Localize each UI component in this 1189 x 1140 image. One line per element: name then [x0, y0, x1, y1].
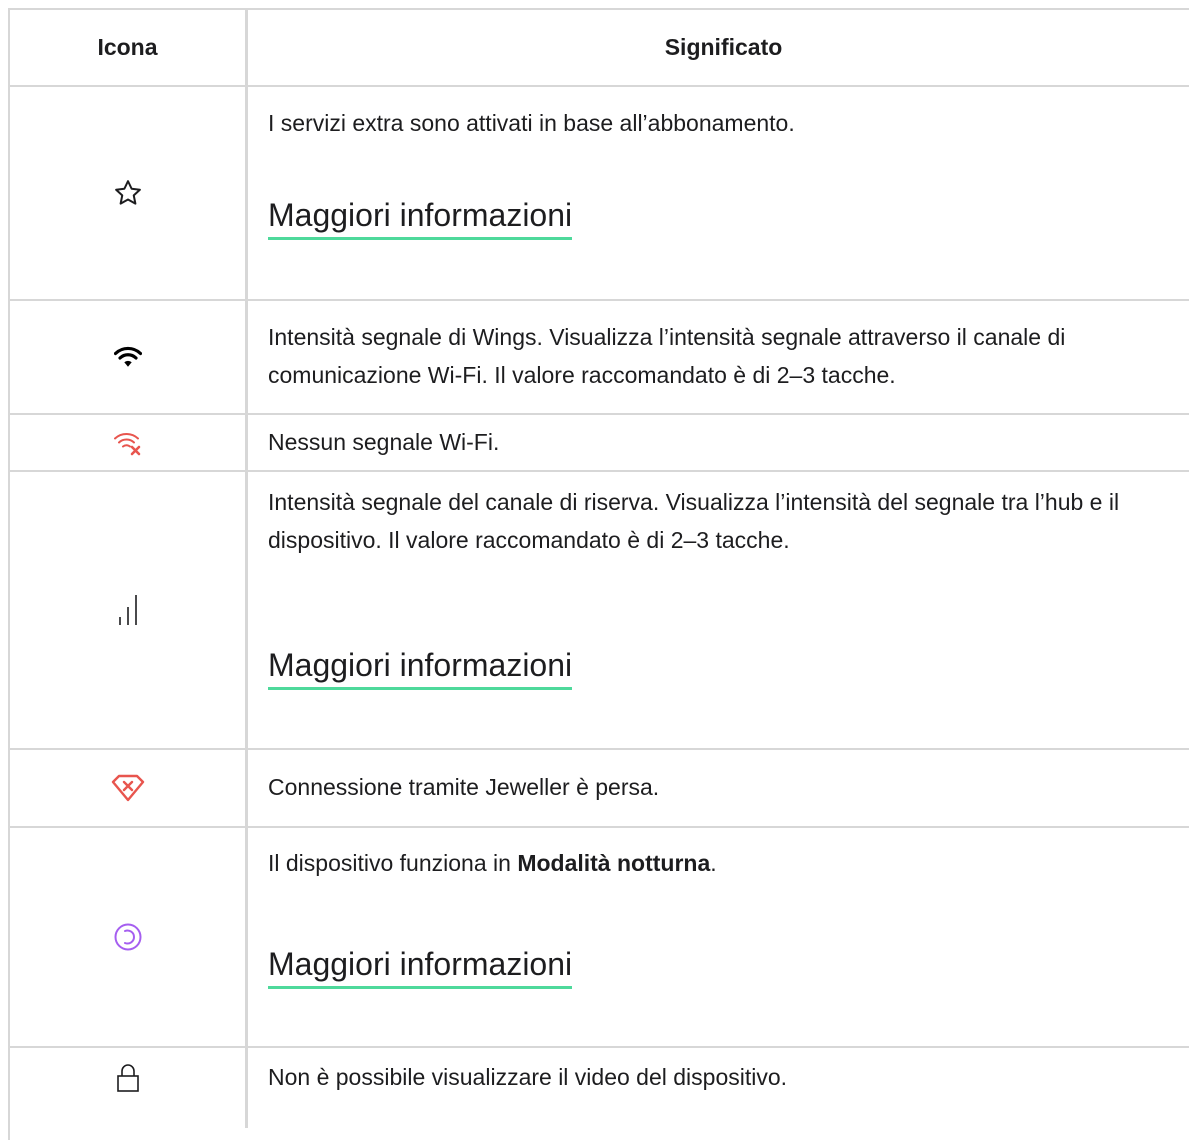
star-icon — [113, 178, 143, 208]
row-description-end: . — [710, 850, 717, 876]
table-header: Icona Significato — [10, 10, 1189, 87]
header-meaning-column: Significato — [664, 34, 783, 60]
wifi-icon — [113, 345, 142, 369]
row-description: Intensità segnale del canale di riserva.… — [268, 489, 1120, 553]
more-info-link[interactable]: Maggiori informazioni — [268, 944, 573, 989]
header-icon-column: Icona — [97, 34, 158, 60]
row-description: Intensità segnale di Wings. Visualizza l… — [268, 324, 1066, 388]
lock-icon — [116, 1062, 140, 1094]
table-row: Intensità segnale del canale di riserva.… — [10, 472, 1189, 750]
table-row: Nessun segnale Wi-Fi. — [10, 415, 1189, 472]
table-row: I servizi extra sono attivati in base al… — [10, 87, 1189, 301]
row-description-text: Il dispositivo funziona in — [268, 850, 518, 876]
table-row: Connessione tramite Jeweller è persa. — [10, 750, 1189, 828]
table-row: Il dispositivo funziona in Modalità nott… — [10, 828, 1189, 1048]
table-row: Intensità segnale di Wings. Visualizza l… — [10, 301, 1189, 415]
night-mode-icon — [113, 922, 143, 952]
row-description: Non è possibile visualizzare il video de… — [268, 1064, 788, 1090]
wifi-off-icon — [113, 430, 143, 456]
signal-bars-icon — [114, 593, 142, 627]
more-info-link[interactable]: Maggiori informazioni — [268, 645, 573, 690]
row-description: Nessun segnale Wi-Fi. — [268, 429, 500, 455]
row-description: I servizi extra sono attivati in base al… — [268, 110, 795, 136]
row-description: Il dispositivo funziona in Modalità nott… — [268, 844, 1189, 882]
night-mode-label: Modalità notturna — [517, 850, 711, 876]
row-description: Connessione tramite Jeweller è persa. — [268, 774, 660, 800]
table-row: Non è possibile visualizzare il video de… — [10, 1048, 1189, 1128]
more-info-link[interactable]: Maggiori informazioni — [268, 195, 573, 240]
column-divider — [245, 8, 248, 1128]
jeweller-lost-icon — [111, 774, 145, 802]
